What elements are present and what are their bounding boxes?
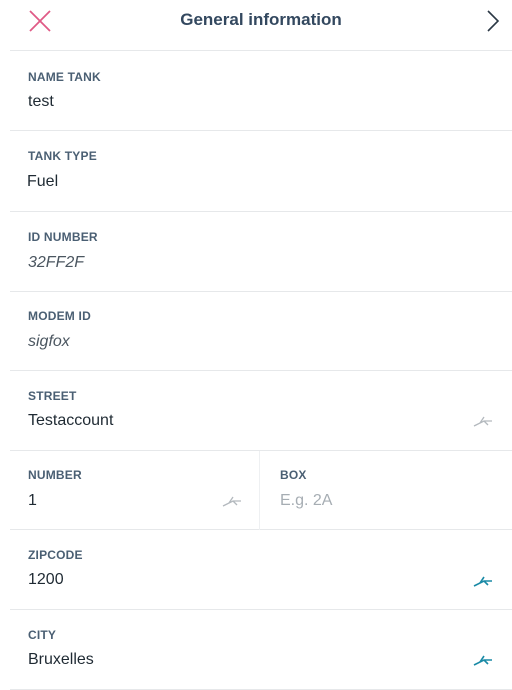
pin-icon[interactable]: [472, 575, 494, 589]
city-label: CITY: [28, 628, 57, 642]
general-information-panel: General information NAME TANK test TANK …: [10, 0, 512, 690]
city-value[interactable]: Bruxelles: [28, 651, 94, 669]
pin-icon[interactable]: [221, 495, 243, 509]
id-number-row: ID NUMBER 32FF2F: [10, 212, 512, 292]
box-label: BOX: [280, 468, 307, 482]
number-field: NUMBER 1: [10, 451, 260, 530]
modem-id-row: MODEM ID sigfox: [10, 292, 512, 371]
city-row: CITY Bruxelles: [10, 610, 512, 690]
zipcode-value[interactable]: 1200: [28, 571, 64, 589]
panel-header: General information: [10, 0, 512, 51]
street-row: STREET Testaccount: [10, 371, 512, 451]
modem-id-value: sigfox: [28, 333, 70, 350]
name-tank-value[interactable]: test: [28, 93, 54, 111]
tank-type-label: TANK TYPE: [28, 149, 97, 163]
number-value[interactable]: 1: [28, 492, 37, 510]
id-number-label: ID NUMBER: [28, 230, 98, 244]
id-number-value: 32FF2F: [28, 254, 85, 271]
number-label: NUMBER: [28, 468, 82, 482]
zipcode-row: ZIPCODE 1200: [10, 530, 512, 610]
chevron-right-icon[interactable]: [482, 6, 502, 36]
name-tank-label: NAME TANK: [28, 70, 101, 84]
page-title: General information: [180, 10, 342, 29]
tank-type-row: TANK TYPE Fuel: [10, 131, 512, 212]
name-tank-row: NAME TANK test: [10, 51, 512, 131]
box-field: BOX E.g. 2A: [260, 451, 512, 530]
street-label: STREET: [28, 389, 77, 403]
number-box-row: NUMBER 1 BOX E.g. 2A: [10, 451, 512, 530]
modem-id-label: MODEM ID: [28, 309, 91, 323]
box-input[interactable]: E.g. 2A: [280, 492, 332, 510]
pin-icon[interactable]: [472, 415, 494, 429]
pin-icon[interactable]: [472, 654, 494, 668]
street-value[interactable]: Testaccount: [28, 412, 113, 430]
tank-type-value[interactable]: Fuel: [27, 173, 58, 191]
zipcode-label: ZIPCODE: [28, 548, 83, 562]
